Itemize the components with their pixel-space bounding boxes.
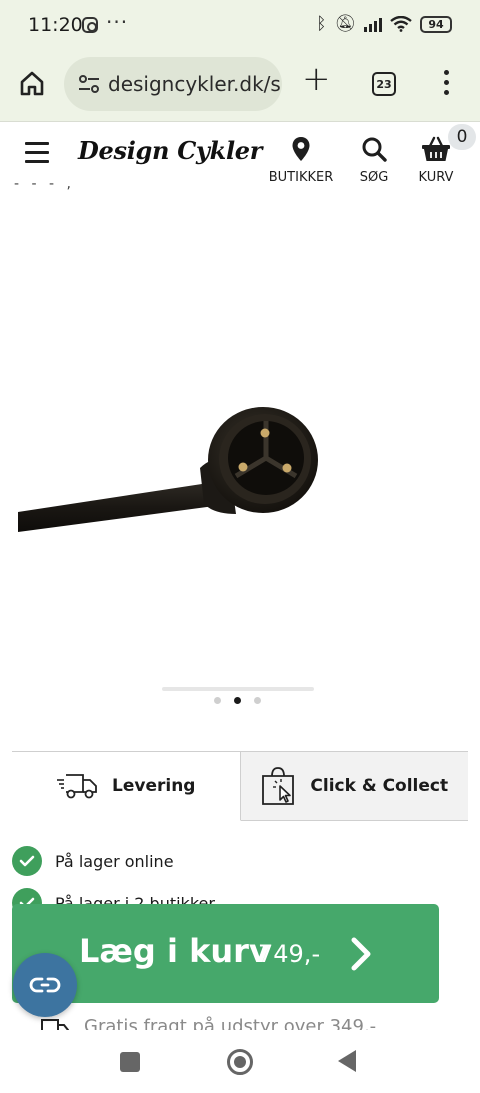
battery-indicator: 94	[420, 15, 452, 33]
basket-icon	[422, 136, 450, 161]
gallery-dot[interactable]	[234, 697, 241, 704]
wifi-icon	[390, 16, 412, 32]
stock-online-row: På lager online	[12, 846, 174, 876]
home-icon[interactable]	[18, 69, 46, 97]
stores-label: BUTIKKER	[268, 170, 334, 185]
site-settings-icon[interactable]	[78, 74, 100, 94]
product-image[interactable]	[0, 200, 480, 680]
shopping-bag-icon	[262, 767, 295, 805]
delivery-tabs: Levering Click & Collect	[12, 751, 468, 821]
tab-switcher-button[interactable]: 23	[372, 72, 396, 96]
status-bar: 11:20 ··· ᛒ 🔕︎ 94	[0, 0, 480, 52]
stores-button[interactable]: BUTIKKER	[266, 136, 336, 185]
home-button[interactable]	[227, 1049, 253, 1075]
scrolled-title-fragment: - - - ,	[14, 176, 75, 192]
signal-icon	[364, 16, 382, 32]
url-text[interactable]: designcykler.dk/s	[108, 72, 281, 96]
chevron-right-icon	[351, 937, 371, 971]
add-to-cart-price: 749,-	[258, 940, 321, 968]
status-icons: ᛒ 🔕︎ 94	[316, 14, 452, 34]
instagram-icon	[82, 17, 98, 33]
tab-click-collect-label: Click & Collect	[310, 776, 449, 796]
tab-levering[interactable]: Levering	[12, 751, 241, 821]
gallery-scrollbar[interactable]	[162, 687, 314, 691]
add-to-cart-label: Læg i kurv	[79, 932, 270, 970]
stock-online-text: På lager online	[55, 851, 174, 871]
browser-menu-icon[interactable]	[444, 70, 450, 98]
bluetooth-icon: ᛒ	[316, 14, 327, 34]
check-icon	[12, 846, 42, 876]
recents-button[interactable]	[120, 1052, 140, 1072]
search-button[interactable]: SØG	[354, 136, 394, 185]
more-notifications-icon: ···	[106, 10, 129, 34]
cart-count-badge: 0	[448, 124, 476, 150]
site-logo[interactable]: Design Cykler	[78, 136, 262, 165]
search-label: SØG	[359, 170, 389, 185]
status-time: 11:20	[28, 14, 83, 36]
gallery-dots	[214, 697, 261, 704]
address-bar[interactable]: designcykler.dk/s	[64, 57, 282, 111]
browser-toolbar: designcykler.dk/s + 23	[0, 52, 480, 122]
cart-label: KURV	[418, 170, 454, 185]
mute-icon: 🔕︎	[334, 14, 356, 34]
new-tab-icon[interactable]: +	[302, 62, 331, 96]
tab-levering-label: Levering	[112, 776, 196, 796]
chat-button[interactable]	[13, 953, 77, 1017]
gallery-dot[interactable]	[214, 697, 221, 704]
tab-click-collect[interactable]: Click & Collect	[240, 751, 468, 821]
system-nav-bar	[0, 1030, 480, 1093]
menu-icon[interactable]	[25, 142, 49, 163]
chat-icon	[29, 977, 61, 993]
gallery-dot[interactable]	[254, 697, 261, 704]
search-icon	[362, 137, 387, 162]
location-pin-icon	[292, 137, 310, 161]
truck-icon	[57, 774, 97, 799]
back-button[interactable]	[338, 1050, 356, 1072]
